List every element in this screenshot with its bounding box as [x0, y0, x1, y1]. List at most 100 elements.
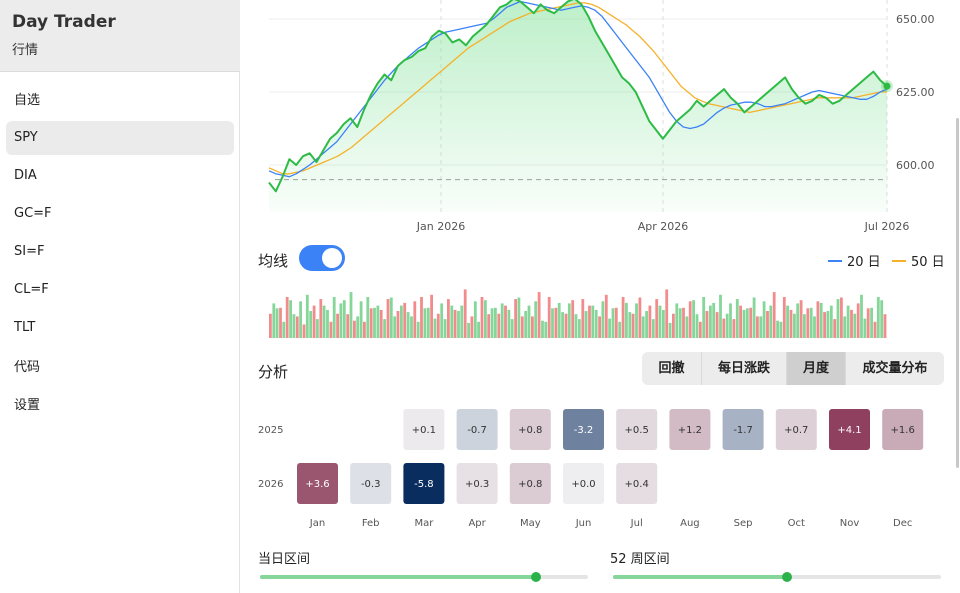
volume-bar	[611, 308, 615, 338]
volume-bar	[504, 305, 507, 338]
volume-bar	[379, 309, 383, 338]
volume-bar	[329, 321, 333, 338]
volume-bar	[551, 308, 554, 338]
volume-bar	[484, 300, 487, 338]
volume-bar	[719, 294, 722, 338]
x-tick-label: Apr 2026	[638, 220, 689, 233]
sidebar-header: Day Trader 行情	[0, 0, 240, 72]
heatmap-row-label: 2026	[258, 479, 283, 490]
volume-bar	[363, 321, 366, 338]
sidebar-item-crude[interactable]: CL=F	[6, 273, 234, 307]
y-tick-label: 650.00	[896, 13, 935, 26]
volume-bar	[752, 297, 756, 338]
volume-bar	[641, 316, 645, 338]
volume-bar	[779, 321, 783, 338]
sidebar-item-watchlist[interactable]: 自选	[6, 84, 234, 118]
volume-bar	[651, 319, 655, 338]
volume-bar	[769, 305, 773, 338]
volume-bar	[578, 319, 581, 338]
volume-bar	[433, 318, 437, 338]
volume-bar	[383, 319, 386, 338]
scrollbar[interactable]	[956, 118, 959, 468]
volume-bar	[527, 305, 531, 338]
volume-bar	[870, 307, 873, 338]
volume-bar	[662, 309, 665, 338]
volume-bar	[403, 302, 407, 338]
volume-bar	[490, 308, 494, 338]
volume-bar	[416, 321, 420, 338]
legend-swatch-ma50	[892, 259, 906, 262]
volume-bar	[806, 308, 810, 338]
ma-label: 均线	[258, 252, 289, 270]
sidebar-item-spy[interactable]: SPY	[6, 121, 234, 155]
day-range-fill	[260, 575, 536, 579]
heatmap-col-label: Nov	[840, 518, 860, 529]
sidebar-item-symbols[interactable]: 代码	[6, 351, 234, 385]
app-subtitle: 行情	[12, 43, 39, 58]
volume-bar	[631, 313, 635, 338]
volume-bar	[406, 312, 410, 338]
ma-toggle-knob	[322, 248, 342, 268]
volume-bar	[678, 308, 682, 338]
volume-bar	[793, 313, 796, 338]
volume-bar	[591, 305, 595, 338]
volume-bar	[702, 297, 706, 338]
volume-bar	[786, 305, 789, 338]
heatmap-col-label: Mar	[414, 518, 434, 529]
volume-bar	[782, 297, 786, 338]
volume-bar	[564, 313, 568, 338]
volume-bar	[332, 297, 336, 338]
volume-bar	[305, 294, 309, 338]
volume-bar	[688, 301, 692, 338]
tab-monthly[interactable]: 月度	[787, 352, 846, 385]
volume-bar	[594, 309, 598, 338]
sidebar-item-gold[interactable]: GC=F	[6, 197, 234, 231]
volume-bar	[628, 312, 632, 338]
volume-bar	[819, 302, 823, 338]
volume-bar	[467, 322, 470, 338]
volume-bar	[735, 299, 739, 338]
volume-bar	[756, 316, 759, 338]
volume-bar	[359, 301, 363, 338]
x-tick-label: Jul 2026	[864, 220, 910, 233]
volume-bar	[400, 305, 403, 338]
volume-bar	[443, 319, 447, 338]
tab-daily-change[interactable]: 每日涨跌	[702, 352, 787, 385]
volume-bar	[497, 313, 501, 338]
week52-range-track	[613, 572, 941, 582]
volume-bar	[463, 289, 467, 338]
volume-bar	[614, 307, 618, 338]
sidebar-item-settings[interactable]: 设置	[6, 389, 234, 423]
y-tick-label: 625.00	[896, 86, 935, 99]
volume-bar	[520, 316, 524, 338]
volume-bar	[588, 305, 591, 338]
volume-bar	[826, 311, 830, 338]
volume-bar	[514, 299, 517, 338]
heatmap-row-label: 2025	[258, 425, 283, 436]
heatmap-col-label: Jul	[630, 518, 643, 529]
heatmap-cell-label: +1.2	[678, 425, 702, 436]
volume-bar	[876, 297, 880, 338]
volume-bar	[544, 321, 548, 338]
sidebar-item-tlt[interactable]: TLT	[6, 311, 234, 345]
volume-bar	[413, 301, 417, 338]
volume-bar	[554, 307, 558, 338]
legend-ma20: 20 日	[828, 251, 881, 270]
volume-bar	[336, 313, 339, 338]
volume-bar	[843, 316, 847, 338]
volume-bar	[420, 297, 423, 338]
volume-bar	[604, 294, 608, 338]
ma-toggle[interactable]	[299, 245, 345, 271]
volume-bar	[510, 319, 514, 338]
volume-bar	[584, 311, 588, 338]
tab-drawdown[interactable]: 回撤	[642, 352, 702, 385]
week52-range-fill	[613, 575, 787, 579]
volume-bar	[534, 301, 538, 338]
sidebar-item-silver[interactable]: SI=F	[6, 235, 234, 269]
legend-ma50: 50 日	[892, 251, 945, 270]
tab-volume-profile[interactable]: 成交量分布	[846, 352, 944, 385]
volume-bar	[386, 299, 390, 338]
volume-bar	[739, 305, 742, 338]
heatmap-cell-label: +1.6	[891, 425, 915, 436]
sidebar-item-dia[interactable]: DIA	[6, 159, 234, 193]
